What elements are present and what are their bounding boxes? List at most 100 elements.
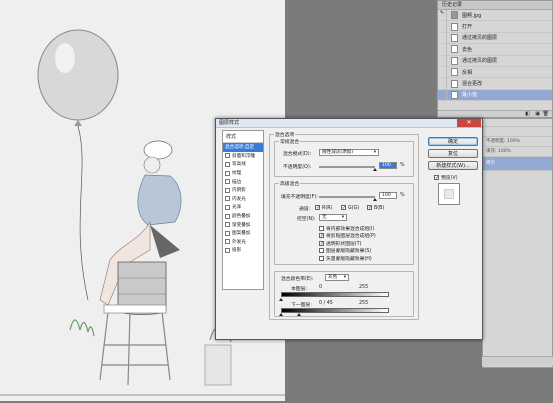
history-step-slot — [438, 44, 447, 55]
layers-filter-row — [483, 127, 552, 137]
style-checkbox[interactable] — [225, 196, 230, 202]
channel-b-checkbox[interactable]: ✓ B(B) — [367, 205, 384, 211]
below-layer-white-handle[interactable] — [386, 313, 390, 316]
style-item[interactable]: 等高线 — [223, 160, 263, 169]
channel-r-checkbox[interactable]: ✓ R(R) — [315, 205, 332, 211]
channel-g-checkbox[interactable]: ✓ G(G) — [341, 205, 359, 211]
style-checkbox[interactable] — [225, 187, 230, 193]
advanced-option-checkbox[interactable]: ✓ 透明形状图层(T) — [319, 240, 413, 247]
style-item[interactable]: 外发光 — [223, 238, 263, 247]
opacity-input[interactable]: 100 — [379, 162, 397, 169]
layer-row-selected[interactable]: 拷贝 — [483, 157, 552, 171]
style-checkbox[interactable] — [225, 239, 230, 245]
opacity-row[interactable]: 不透明度: 100% — [483, 137, 552, 147]
knockout-select[interactable]: 无 ▾ — [319, 214, 347, 221]
blend-if-select[interactable]: 灰色 ▾ — [325, 274, 349, 281]
style-item[interactable]: 内阴影 — [223, 186, 263, 195]
style-item[interactable]: 渐变叠加 — [223, 220, 263, 229]
checkbox-box[interactable]: ✓ — [319, 240, 324, 246]
history-step-icon — [451, 79, 458, 88]
style-item-label: 图案叠加 — [232, 231, 251, 237]
close-icon[interactable]: ✕ — [457, 119, 481, 127]
style-item-label: 内阴影 — [232, 188, 246, 194]
blend-if-value: 灰色 — [328, 275, 338, 280]
style-checkbox[interactable] — [225, 213, 230, 219]
style-item[interactable]: 光泽 — [223, 203, 263, 212]
blend-if-group: 混合颜色带(E): 灰色 ▾ 本图层: 0 255 下一图层: 0 / 45 2… — [274, 271, 414, 317]
style-checkbox[interactable] — [225, 230, 230, 236]
styles-header[interactable]: 样式 — [223, 131, 263, 143]
below-layer-min: 0 / 45 — [319, 301, 333, 306]
style-item[interactable]: 纹理 — [223, 169, 263, 178]
chevron-down-icon: ▾ — [343, 275, 346, 280]
this-layer-black-handle[interactable] — [279, 298, 283, 301]
fill-opacity-input[interactable]: 100 — [379, 192, 397, 199]
preview-checkbox[interactable]: ✓ 预览(V) — [434, 174, 458, 181]
advanced-option-checkbox[interactable]: 矢量蒙版隐藏效果(H) — [319, 255, 413, 262]
blend-mode-select[interactable]: 线性减淡(添加) ▾ — [319, 149, 379, 156]
knockout-value: 无 — [322, 215, 327, 220]
checkbox-box[interactable]: ✓ — [319, 233, 324, 239]
style-item-label: 光泽 — [232, 205, 242, 211]
history-item[interactable]: 最小值 — [438, 89, 552, 102]
layers-footer — [482, 356, 553, 366]
advanced-option-checkbox[interactable]: ✓ 将剪贴图层混合成组(P) — [319, 232, 413, 239]
history-item[interactable]: 通过拷贝的图层 — [438, 32, 552, 45]
style-checkbox[interactable] — [225, 179, 230, 185]
fill-opacity-slider[interactable] — [319, 196, 375, 198]
new-style-button[interactable]: 新建样式(W)... — [428, 161, 478, 170]
history-item[interactable]: 通过拷贝的图层 — [438, 55, 552, 67]
advanced-option-label: 透明形状图层(T) — [326, 241, 362, 247]
knockout-label: 挖空(N): — [297, 217, 316, 222]
style-item[interactable]: 内发光 — [223, 195, 263, 204]
style-item[interactable]: 投影 — [223, 246, 263, 255]
history-step-slot — [438, 55, 447, 66]
history-step-icon — [451, 90, 458, 99]
style-checkbox[interactable] — [225, 161, 230, 167]
fill-value[interactable]: 100% — [498, 149, 511, 154]
advanced-blending-title: 高级混合 — [279, 180, 301, 187]
history-snapshot[interactable]: ✎ 图啊.jpg — [438, 10, 552, 22]
reset-button[interactable]: 复位 — [428, 149, 478, 158]
opacity-slider[interactable] — [319, 166, 375, 168]
history-step-slot — [438, 78, 447, 89]
style-item[interactable]: 斜面和浮雕 — [223, 152, 263, 161]
below-layer-black-handle-right[interactable] — [297, 313, 301, 316]
style-item[interactable]: 颜色叠加 — [223, 212, 263, 221]
style-checkbox[interactable] — [225, 153, 230, 159]
ok-button[interactable]: 确定 — [428, 137, 478, 146]
style-item[interactable]: 图案叠加 — [223, 229, 263, 238]
camera-icon[interactable]: ▣ — [535, 111, 540, 117]
trash-icon[interactable]: 🗑 — [543, 111, 549, 117]
style-checkbox[interactable] — [225, 247, 230, 253]
style-item-label: 内发光 — [232, 196, 246, 202]
layer-style-dialog: 图层样式 ✕ 样式 混合选项:自定 斜面和浮雕 等高线 纹理 描边 内阴影 内发光 光泽 颜色叠… — [215, 118, 483, 340]
history-step-icon — [451, 56, 458, 65]
this-layer-gradient[interactable] — [281, 292, 389, 297]
history-item[interactable]: 去色 — [438, 44, 552, 56]
style-item[interactable]: 混合选项:自定 — [223, 143, 263, 152]
snapshot-label: 图啊.jpg — [462, 12, 482, 19]
style-checkbox[interactable] — [225, 222, 230, 228]
history-item[interactable]: 打开 — [438, 21, 552, 33]
fill-slider-handle[interactable] — [373, 198, 377, 201]
below-layer-black-handle-left[interactable] — [279, 313, 283, 316]
checkbox-box[interactable] — [319, 248, 324, 254]
checkbox-box[interactable] — [319, 255, 324, 261]
style-checkbox[interactable] — [225, 170, 230, 176]
opacity-value[interactable]: 100% — [507, 139, 520, 144]
style-checkbox[interactable] — [225, 204, 230, 210]
history-item[interactable]: 反相 — [438, 66, 552, 79]
fill-row[interactable]: 填充: 100% — [483, 147, 552, 157]
new-snapshot-icon[interactable]: ◧ — [525, 111, 530, 117]
advanced-option-checkbox[interactable]: 将内部效果混合成组(I) — [319, 225, 413, 232]
checkbox-box[interactable] — [319, 226, 324, 231]
this-layer-max: 255 — [359, 285, 369, 290]
this-layer-white-handle[interactable] — [386, 298, 390, 301]
opacity-slider-handle[interactable] — [373, 168, 377, 171]
advanced-option-checkbox[interactable]: 图层蒙版隐藏效果(S) — [319, 247, 413, 254]
preview-swatch-inner — [444, 189, 454, 199]
history-item-label: 打开 — [462, 24, 473, 31]
history-item[interactable]: 混合更改 — [438, 78, 552, 90]
style-item[interactable]: 描边 — [223, 177, 263, 186]
